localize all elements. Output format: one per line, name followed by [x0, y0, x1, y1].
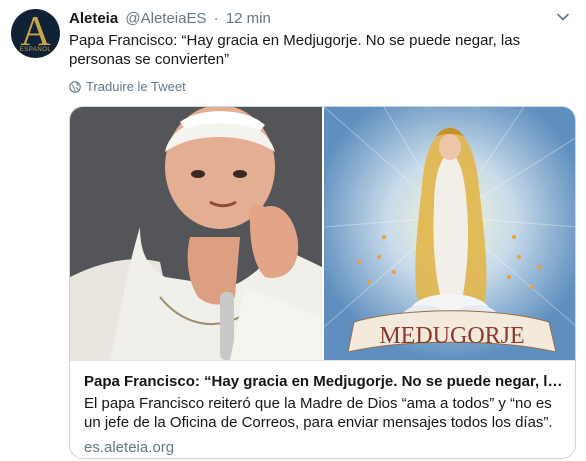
account-name[interactable]: Aleteia [69, 10, 118, 27]
link-card[interactable]: MEDUGORJE Papa Francisco: “Hay gracia en… [69, 106, 576, 459]
separator-dot: · [213, 10, 219, 27]
card-body[interactable]: Papa Francisco: “Hay gracia en Medjugorj… [70, 360, 575, 458]
tweet-text: Papa Francisco: “Hay gracia en Medjugorj… [69, 32, 521, 68]
account-handle[interactable]: @AleteiaES [125, 10, 206, 27]
avatar-caption: ESPAÑOL [19, 47, 52, 53]
translate-label: Traduire le Tweet [86, 79, 186, 94]
translate-link[interactable]: Traduire le Tweet [69, 79, 186, 94]
chevron-down-icon[interactable] [554, 8, 572, 26]
card-title: Papa Francisco: “Hay gracia en Medjugorj… [84, 373, 565, 390]
medjugorje-image[interactable]: MEDUGORJE [324, 107, 575, 360]
pope-photo[interactable] [70, 107, 322, 360]
globe-icon [69, 80, 81, 93]
banner-caption: MEDUGORJE [379, 323, 524, 349]
card-media[interactable]: MEDUGORJE [70, 107, 575, 360]
tweet-header: Aleteia @AleteiaES · 12 min [69, 10, 576, 30]
card-url: es.aleteia.org [84, 439, 175, 456]
avatar[interactable]: A ESPAÑOL [11, 9, 60, 58]
card-description: El papa Francisco reiteró que la Madre d… [84, 395, 553, 431]
tweet-time[interactable]: 12 min [226, 10, 271, 27]
